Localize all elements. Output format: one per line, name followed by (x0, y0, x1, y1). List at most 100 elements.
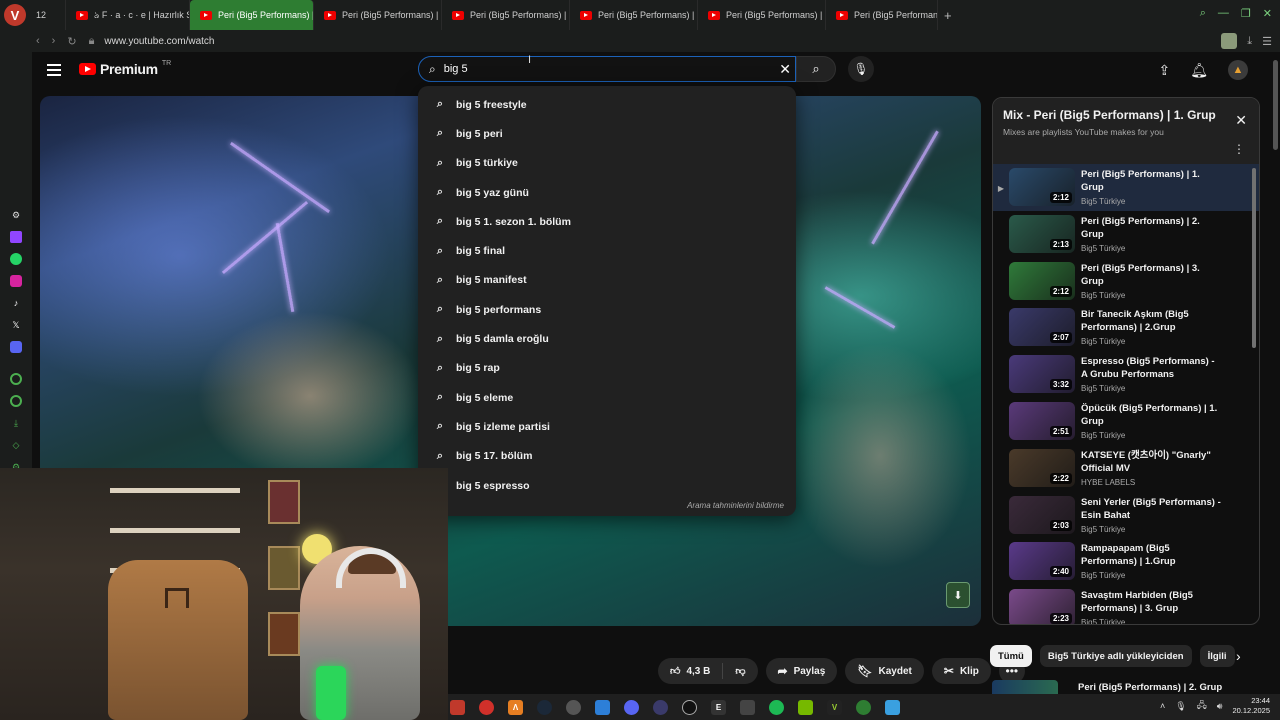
new-tab-icon[interactable]: + (944, 8, 952, 23)
steam-icon[interactable] (537, 699, 552, 715)
browser-logo-icon[interactable]: V (4, 4, 26, 26)
tab-active[interactable]: Peri (Big5 Performans) | 1 (190, 0, 314, 30)
share-button[interactable]: ➦ Paylaş (765, 658, 838, 684)
clip-button[interactable]: ✂ Klip (931, 658, 991, 684)
microphone-tray-icon[interactable]: 🎙︎ (1175, 701, 1186, 712)
tiktok-icon[interactable]: ♪ (10, 297, 22, 309)
channel-watermark-icon[interactable]: ⬇ (946, 582, 970, 608)
app-purple-icon[interactable] (653, 699, 668, 715)
nvidia-icon[interactable] (798, 699, 813, 715)
suggestion-item[interactable]: ⌕ big 5 izleme partisi (418, 412, 796, 441)
suggestion-item[interactable]: ⌕ big 5 manifest (418, 266, 796, 295)
clear-search-icon[interactable]: ✕ (779, 61, 791, 78)
app-opera-icon[interactable] (479, 699, 494, 715)
app-grey-icon[interactable] (566, 699, 581, 715)
playlist-item[interactable]: ▶ 2:12 Peri (Big5 Performans) | 1. Grup Big… (993, 164, 1259, 211)
maximize-icon[interactable]: ❐ (1241, 7, 1251, 20)
playlist-item[interactable]: 3:32 Espresso (Big5 Performans) - A Grubu… (993, 351, 1259, 398)
playlist-item[interactable]: 2:40 Rampapapam (Big5 Performans) | 1.Gru… (993, 538, 1259, 585)
playlist-item[interactable]: 2:13 Peri (Big5 Performans) | 2. Grup Big5… (993, 211, 1259, 258)
profile-avatar[interactable] (1221, 33, 1238, 49)
downloads-icon[interactable]: ⤓ (10, 417, 22, 429)
playlist-item[interactable]: 2:03 Seni Yerler (Big5 Performans) - Esin… (993, 492, 1259, 539)
discord-icon[interactable] (10, 341, 22, 353)
chip-all[interactable]: Tümü (990, 645, 1032, 667)
playlist-item[interactable]: 2:07 Bir Tanecik Aşkım (Big5 Performans) … (993, 304, 1259, 351)
youtube-logo[interactable]: Premium TR (79, 60, 171, 77)
chatgpt-icon[interactable]: ⚙ (10, 209, 22, 221)
hamburger-menu-icon[interactable] (47, 64, 61, 76)
more-vert-icon[interactable]: ⋮ (1233, 142, 1245, 156)
user-avatar[interactable]: ▲ (1228, 60, 1248, 80)
suggestion-item[interactable]: ⌕ big 5 performans (418, 295, 796, 324)
playlist-item[interactable]: 2:12 Peri (Big5 Performans) | 3. Grup Big5… (993, 258, 1259, 305)
chevron-up-icon[interactable]: ˄ (1160, 701, 1165, 711)
notepad-icon[interactable] (885, 699, 900, 715)
tab-4[interactable]: Peri (Big5 Performans) | 3 (442, 0, 570, 30)
app-black-icon[interactable] (682, 699, 697, 715)
spotify-icon[interactable] (769, 699, 784, 715)
app-red-icon[interactable] (450, 699, 465, 715)
x-icon[interactable]: 𝕏 (10, 319, 22, 331)
up-next-preview[interactable]: Peri (Big5 Performans) | 2. Grup (992, 680, 1260, 694)
search-tabs-icon[interactable]: ⌕ (1200, 7, 1206, 20)
playlist-item[interactable]: 2:22 KATSEYE (캣츠아이) "Gnarly" Official MV H… (993, 445, 1259, 492)
suggestion-item[interactable]: ⌕ big 5 freestyle (418, 90, 796, 119)
suggestion-item[interactable]: ⌕ big 5 1. sezon 1. bölüm (418, 207, 796, 236)
playlist-title[interactable]: Mix - Peri (Big5 Performans) | 1. Grup (1003, 108, 1233, 123)
vscode-icon[interactable]: V (827, 699, 842, 715)
url-field[interactable]: www.youtube.com/watch (104, 36, 214, 47)
upload-icon[interactable]: ⇪ (1158, 62, 1170, 79)
suggestion-item[interactable]: ⌕ big 5 eleme (418, 383, 796, 412)
twitch-icon[interactable] (10, 231, 22, 243)
app-green-circle-icon[interactable] (856, 699, 871, 715)
tab-5[interactable]: Peri (Big5 Performans) | 4 (570, 0, 698, 30)
playlist-item[interactable]: 2:51 Öpücük (Big5 Performans) | 1. Grup Bi… (993, 398, 1259, 445)
page-scrollbar[interactable] (1273, 60, 1278, 150)
minimize-icon[interactable]: — (1218, 7, 1229, 20)
suggestion-item[interactable]: ⌕big 5 espresso (418, 471, 796, 500)
app-orange-icon[interactable]: Λ (508, 699, 523, 715)
chevron-right-icon[interactable]: › (1236, 648, 1241, 664)
notifications-bell-icon[interactable]: 🔔︎ (1190, 62, 1208, 79)
discord-taskbar-icon[interactable] (624, 699, 639, 715)
close-icon[interactable]: ✕ (1235, 112, 1247, 129)
whatsapp-icon[interactable] (10, 253, 22, 265)
report-predictions-link[interactable]: Arama tahminlerini bildirme (687, 501, 784, 510)
like-button[interactable]: 👍︎ 4,3 B (658, 658, 722, 684)
search-button[interactable]: ⌕ (796, 56, 836, 82)
suggestion-item[interactable]: ⌕ big 5 final (418, 236, 796, 265)
history-icon[interactable] (10, 395, 22, 407)
suggestion-item[interactable]: ⌕ big 5 peri (418, 119, 796, 148)
extensions-icon[interactable]: ◇ (10, 439, 22, 451)
save-button[interactable]: 🔖︎ Kaydet (845, 658, 924, 684)
epic-icon[interactable]: E (711, 699, 726, 715)
chip-related[interactable]: İlgili (1199, 645, 1235, 667)
app-dark-icon[interactable] (740, 699, 755, 715)
voice-search-button[interactable]: 🎙︎ (848, 56, 874, 82)
instagram-icon[interactable] (10, 275, 22, 287)
close-window-icon[interactable]: ✕ (1263, 7, 1272, 20)
suggestion-item[interactable]: ⌕ big 5 rap (418, 354, 796, 383)
playlist-item[interactable]: 2:23 Savaştım Harbiden (Big5 Performans) … (993, 585, 1259, 624)
player-icon[interactable] (10, 373, 22, 385)
suggestion-item[interactable]: ⌕ big 5 damla eroğlu (418, 324, 796, 353)
tab-7[interactable]: Peri (Big5 Performans) | 6 (826, 0, 938, 30)
suggestion-item[interactable]: ⌕ big 5 17. bölüm (418, 442, 796, 471)
network-icon[interactable]: 🖧︎ (1197, 698, 1207, 714)
clock[interactable]: 23:44 20.12.2025 (1232, 696, 1270, 716)
download-icon[interactable]: ⤓ (1247, 35, 1252, 48)
back-icon[interactable]: ‹ (36, 35, 40, 47)
tab-3[interactable]: Peri (Big5 Performans) | 2 (314, 0, 442, 30)
search-input[interactable] (443, 63, 744, 75)
tab-6[interactable]: Peri (Big5 Performans) | 5 (698, 0, 826, 30)
tab-1[interactable]: 12 (26, 0, 66, 30)
volume-icon[interactable]: 🔊︎ (1217, 701, 1223, 712)
dislike-button[interactable]: 👎︎ (723, 658, 757, 684)
suggestion-item[interactable]: ⌕ big 5 türkiye (418, 149, 796, 178)
reload-icon[interactable]: ↻ (67, 35, 76, 48)
playlist-scrollbar[interactable] (1252, 168, 1256, 348)
app-blue-icon[interactable] (595, 699, 610, 715)
chip-from-uploader[interactable]: Big5 Türkiye adlı yükleyiciden (1039, 645, 1192, 667)
tab-2[interactable]: ঌ F · a · c · e | Hazırlık Se (66, 0, 190, 30)
